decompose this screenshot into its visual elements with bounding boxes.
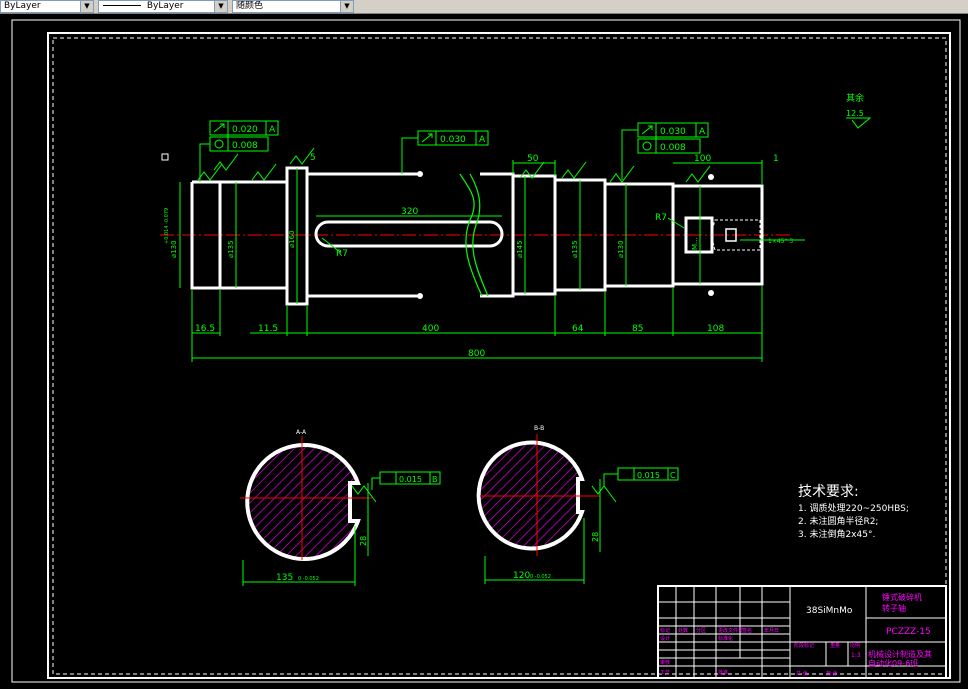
dim-800: 800 [468, 349, 485, 359]
dim-dia-130-left-tol: +0.014 -0.079 [164, 208, 170, 244]
tech-title: 技术要求: [798, 484, 859, 500]
title-material: 38SiMnMo [806, 606, 853, 616]
section-b-label: B-B [534, 425, 544, 432]
gdt-right-cyl: 0.008 [660, 143, 686, 153]
lineweight-combo[interactable]: 随颜色 ▼ [232, 0, 354, 13]
chevron-down-icon: ▼ [214, 1, 227, 12]
dim-16-5: 16.5 [195, 324, 215, 334]
chevron-down-icon: ▼ [80, 1, 93, 12]
sec-a-datum: B [432, 475, 438, 484]
dim-85: 85 [632, 324, 643, 334]
sec-b-datum: C [670, 471, 676, 480]
sec-b-depth: 28 [591, 532, 600, 542]
dim-1: 1 [773, 154, 779, 164]
title-part-name-1: 锤式破碎机 [882, 592, 922, 602]
dim-50: 50 [527, 154, 539, 164]
dim-400: 400 [422, 324, 439, 334]
gdt-left-runout: 0.020 [232, 125, 258, 135]
tech-item-1: 1. 调质处理220~250HBS; [798, 502, 909, 514]
gdt-mid-runout-datum: A [479, 135, 486, 145]
dim-dia-135-right: ⌀135 [571, 240, 579, 258]
inner-frame-dashed [52, 37, 947, 675]
roughness-rest-value: 12.5 [846, 109, 864, 118]
roughness-rest: 其余 12.5 [846, 92, 872, 129]
dim-dia-135-left: ⌀135 [227, 240, 235, 258]
chevron-down-icon: ▼ [340, 1, 353, 12]
gdt-right-runout-datum: A [699, 127, 706, 137]
sec-a-sym: 0.015 [399, 475, 422, 484]
gdt-left-runout-datum: A [269, 125, 276, 135]
tb-sign-label-3: 工艺 [660, 670, 670, 676]
dim-5: 5 [310, 153, 316, 163]
sec-b-tol: 0 -0.052 [530, 574, 551, 580]
title-block: 38SiMnMo 锤式破碎机 转子轴 PCZZZ-15 机械设计制造及其 自动化… [657, 585, 947, 679]
tech-item-2: 2. 未注圆角半径R2; [798, 515, 878, 527]
tb-row-label-1: 处数 [678, 627, 688, 634]
sec-a-width: 135 [276, 573, 293, 583]
sec-b-sym: 0.015 [637, 471, 660, 480]
dim-320: 320 [401, 207, 418, 217]
section-a-a: A-A 135 0 -0.052 28 0.015 B [240, 429, 441, 586]
gdt-left: 0.020 A 0.008 [199, 120, 279, 182]
tb-sheet-label-0: 共 张 [796, 670, 808, 677]
dim-dia-145: ⌀145 [516, 240, 524, 258]
thread-note: 1×45° 3 [768, 238, 793, 245]
linetype-combo-text: ByLayer [146, 1, 184, 11]
title-school-1: 机械设计制造及其 [868, 649, 932, 659]
tb-sheet-label-1: 第 张 [826, 670, 838, 677]
gdt-right: 0.030 A 0.008 [621, 122, 709, 180]
dim-dia-130-left: ⌀130 [170, 240, 178, 258]
pick-box-icon[interactable] [161, 153, 169, 161]
section-b-b: B-B 120 0 -0.052 28 0.015 C [476, 425, 679, 584]
tb-sign-label-2: 审核 [660, 659, 670, 666]
title-part-name-2: 转子轴 [882, 603, 906, 613]
tb-stage-label-0: 阶段标记 [794, 642, 814, 649]
inner-frame [47, 32, 951, 679]
roughness-rest-label: 其余 [846, 92, 864, 104]
title-school-2: 自动化09-6班 [868, 658, 918, 668]
tb-row-label-3: 更改文件号 [718, 627, 743, 634]
tb-sign-label-4: 批准 [718, 669, 728, 676]
dim-dia-160: ⌀160 [288, 230, 296, 248]
dim-11-5: 11.5 [258, 324, 278, 334]
tb-row-label-5: 年月日 [764, 627, 779, 634]
linetype-preview [103, 5, 141, 6]
gdt-left-cyl: 0.008 [232, 141, 258, 151]
tb-stage-label-2: 比例 [850, 642, 860, 649]
gdt-mid: 0.030 A [401, 130, 489, 174]
outer-frame [11, 19, 961, 683]
diameter-dims [179, 168, 701, 304]
title-drawing-no: PCZZZ-15 [886, 627, 931, 637]
dim-100: 100 [694, 154, 711, 164]
sec-a-tol: 0 -0.052 [298, 576, 319, 582]
title-scale: 1:3 [851, 652, 861, 659]
tb-sign-label-0: 设计 [660, 635, 670, 642]
tb-stage-label-1: 重量 [830, 642, 840, 649]
linetype-combo[interactable]: ByLayer ▼ [98, 0, 228, 13]
layer-color-combo[interactable]: ByLayer ▼ [0, 0, 94, 13]
tb-row-label-2: 分区 [696, 627, 706, 634]
properties-toolbar: ByLayer ▼ ByLayer ▼ 随颜色 ▼ [0, 0, 968, 14]
tb-row-label-0: 标记 [660, 627, 670, 634]
dim-dia-thread: M... [691, 237, 699, 250]
gdt-right-runout: 0.030 [660, 127, 686, 137]
dim-64: 64 [572, 324, 584, 334]
gdt-mid-runout: 0.030 [440, 135, 466, 145]
tb-row-label-4: 签名 [742, 627, 752, 634]
section-a-label: A-A [296, 429, 307, 436]
drawing-canvas[interactable]: ⌀130 +0.014 -0.079 ⌀135 ⌀160 ⌀145 ⌀135 ⌀… [0, 14, 968, 689]
dim-108: 108 [707, 324, 724, 334]
r7-leader-right [667, 217, 685, 229]
dim-dia-130-right: ⌀130 [617, 240, 625, 258]
tech-item-3: 3. 未注倒角2x45°. [798, 528, 875, 540]
layer-color-combo-text: ByLayer [4, 1, 41, 11]
sec-a-depth: 28 [359, 536, 368, 546]
dim-r7-right: R7 [655, 213, 667, 223]
tech-requirements: 技术要求: 1. 调质处理220~250HBS; 2. 未注圆角半径R2; 3.… [798, 484, 909, 540]
sec-b-width: 120 [513, 571, 530, 581]
tb-sign-label-1: 标准化 [718, 635, 733, 642]
lineweight-combo-text: 随颜色 [236, 1, 264, 11]
